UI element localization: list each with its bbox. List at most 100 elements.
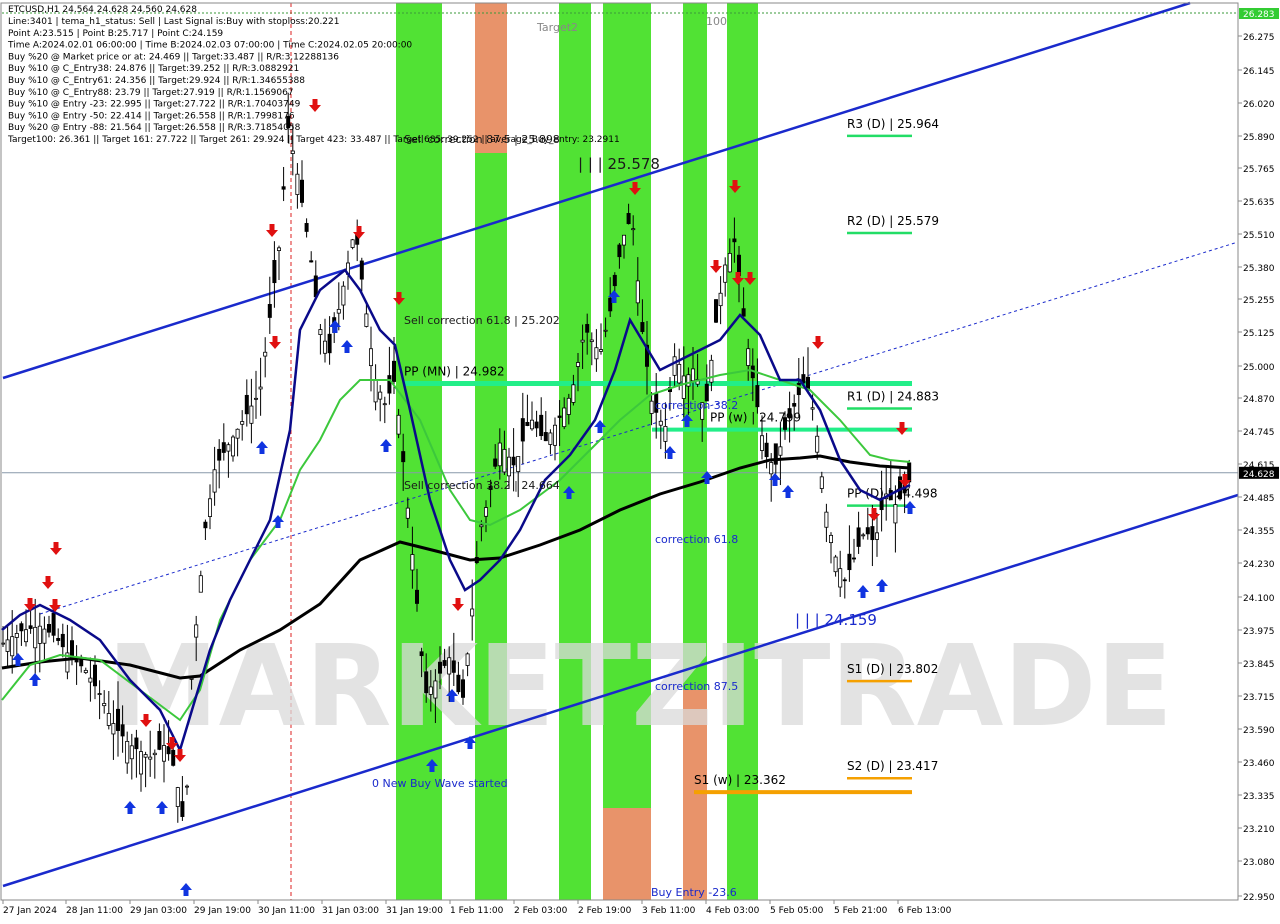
- candle-body: [387, 375, 392, 394]
- price-chart[interactable]: MARKETZITRADE R3 (D) | 25.964 R2 (D) | 25…: [0, 0, 1280, 920]
- price-axis[interactable]: 26.275 26.145 26.020 25.890 25.765 25.635 25.5…: [1237, 0, 1280, 920]
- candle-body: [870, 526, 875, 541]
- candle-body: [299, 179, 304, 203]
- time-tick-label: 28 Jan 11:00: [66, 906, 123, 916]
- candle-body: [755, 385, 760, 408]
- candle-body: [428, 686, 433, 695]
- candle-body: [161, 745, 166, 762]
- info-line: Buy %20 @ Market price or at: 24.469 || …: [8, 52, 339, 62]
- info-line: Buy %20 @ Entry -88: 21.564 || Target:26…: [8, 123, 301, 133]
- time-tick-label: 29 Jan 03:00: [130, 906, 187, 916]
- candle-body: [350, 239, 355, 248]
- candle-body: [198, 575, 203, 593]
- candle-body: [451, 660, 456, 673]
- chart-window: MARKETZITRADE R3 (D) | 25.964 R2 (D) | 25…: [0, 0, 1280, 920]
- candle-body: [723, 264, 728, 283]
- candle-body: [0, 642, 6, 645]
- candle-body: [718, 292, 723, 307]
- candle-body: [760, 435, 765, 451]
- candle-body: [309, 260, 314, 263]
- candle-body: [497, 442, 502, 467]
- candle-body: [663, 426, 668, 442]
- candle-body: [732, 238, 737, 243]
- candle-body: [56, 638, 61, 641]
- candle-body: [171, 749, 176, 766]
- price-tick-label: 23.210: [1243, 825, 1275, 835]
- candle-body: [230, 436, 235, 457]
- candle-body: [640, 322, 645, 332]
- candle-body: [336, 308, 341, 314]
- candle-body: [585, 324, 590, 333]
- candle-body: [792, 403, 797, 407]
- level-label: PP (w) | 24.799: [710, 411, 801, 425]
- candle-body: [111, 723, 116, 735]
- candle-body: [249, 405, 254, 424]
- candle-body: [116, 708, 121, 731]
- time-tick-label: 5 Feb 21:00: [834, 906, 888, 916]
- candle-body: [460, 679, 465, 698]
- candle-body: [79, 658, 84, 667]
- candle-body: [769, 462, 774, 475]
- candle-body: [686, 374, 691, 387]
- time-tick-label: 2 Feb 03:00: [514, 906, 568, 916]
- candle-body: [465, 653, 470, 666]
- candle-body: [33, 626, 38, 649]
- candle-body: [589, 339, 594, 342]
- candle-body: [364, 313, 369, 327]
- candle-body: [534, 421, 539, 429]
- info-line: Buy %10 @ C_Entry38: 24.876 || Target:39…: [8, 64, 299, 74]
- candle-body: [217, 448, 222, 461]
- price-tick-label: 23.590: [1243, 726, 1275, 736]
- time-axis[interactable]: 27 Jan 2024 28 Jan 11:00 29 Jan 03:00 29 Ja…: [0, 899, 1280, 920]
- candle-body: [396, 414, 401, 435]
- candle-body: [580, 339, 585, 343]
- candle-body: [787, 408, 792, 419]
- candle-body: [557, 415, 562, 418]
- candle-body: [852, 557, 857, 560]
- candle-body: [106, 713, 111, 726]
- candle-body: [658, 420, 663, 426]
- info-line: Buy %10 @ C_Entry61: 24.356 || Target:29…: [8, 76, 305, 86]
- price-tick-label: 25.635: [1243, 198, 1275, 208]
- candle-body: [129, 745, 134, 760]
- price-tick-label: 23.460: [1243, 759, 1275, 769]
- candle-body: [318, 329, 323, 335]
- candle-body: [442, 660, 447, 666]
- candle-body: [93, 664, 98, 687]
- candle-body: [102, 703, 107, 707]
- candle-body: [691, 368, 696, 382]
- candle-body: [511, 456, 516, 466]
- price-tick-label: 24.870: [1243, 395, 1275, 405]
- candle-body: [571, 384, 576, 403]
- candle-body: [424, 671, 429, 694]
- candle-body: [212, 469, 217, 493]
- candle-body: [530, 419, 535, 430]
- candle-body: [819, 476, 824, 489]
- price-tick-label: 25.255: [1243, 296, 1275, 306]
- candle-body: [741, 308, 746, 317]
- candle-body: [28, 625, 33, 629]
- price-tick-label: 24.485: [1243, 494, 1275, 504]
- candle-body: [14, 633, 19, 638]
- candle-body: [520, 418, 525, 442]
- candle-body: [359, 260, 364, 280]
- price-tick-label: 24.100: [1243, 594, 1275, 604]
- chart-annotation: 100: [706, 15, 727, 28]
- info-line: Point A:23.515 | Point B:25.717 | Point …: [8, 29, 223, 39]
- entry-band: [603, 808, 651, 900]
- candle-body: [341, 285, 346, 306]
- chart-annotation: 0 New Buy Wave started: [372, 777, 508, 790]
- chart-annotation: Buy Entry -23.6: [651, 886, 737, 899]
- chart-annotation: Target2: [536, 21, 578, 34]
- candle-body: [783, 417, 788, 430]
- candle-body: [433, 680, 438, 699]
- candle-body: [134, 737, 139, 750]
- candle-body: [470, 608, 475, 617]
- time-tick-label: 30 Jan 11:00: [258, 906, 315, 916]
- price-tick-label: 24.355: [1243, 527, 1275, 537]
- info-line: Line:3401 | tema_h1_status: Sell | Last …: [8, 17, 339, 27]
- price-tick-label: 25.765: [1243, 165, 1275, 175]
- time-tick-label: 5 Feb 05:00: [770, 906, 824, 916]
- candle-body: [152, 752, 157, 756]
- candle-body: [649, 400, 654, 414]
